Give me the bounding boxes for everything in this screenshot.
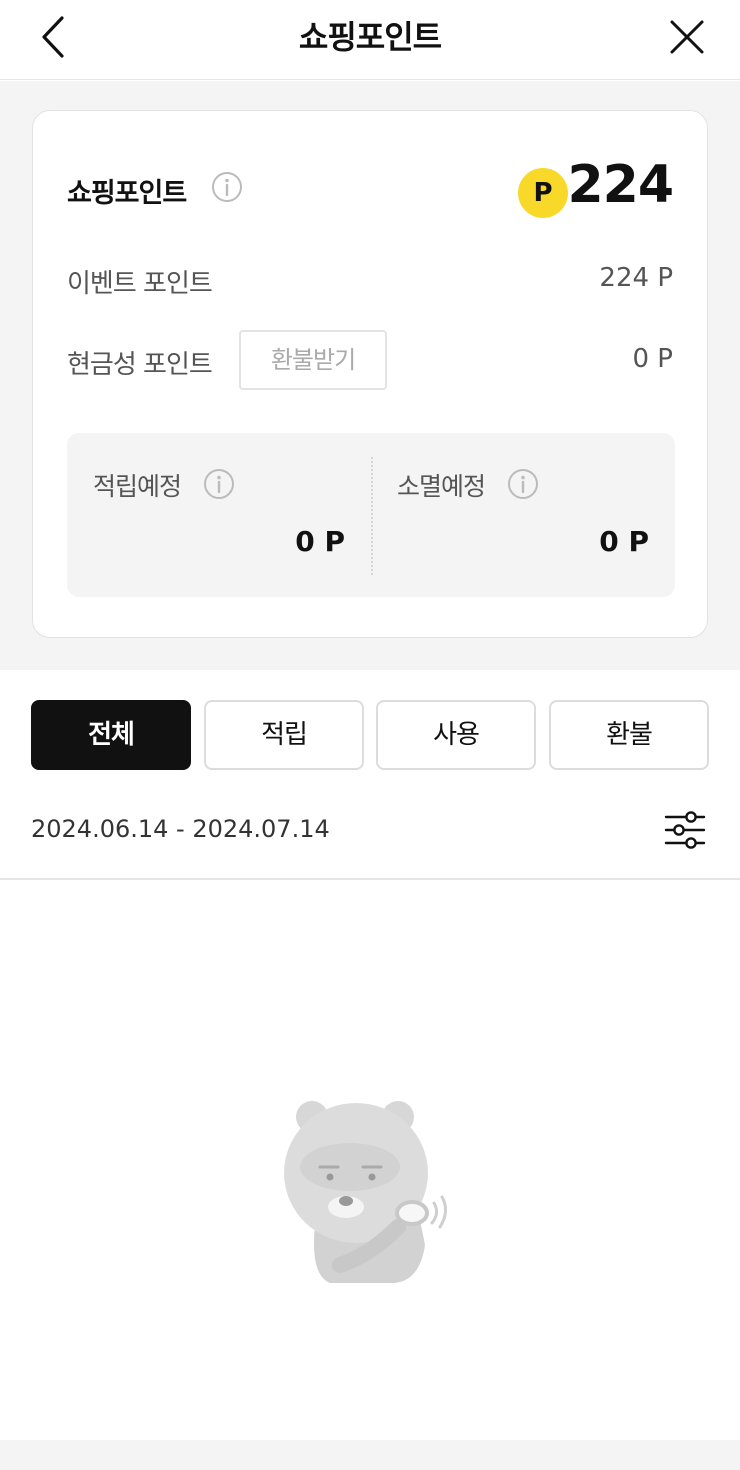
filter-tabs: 전체 적립 사용 환불 bbox=[31, 700, 709, 772]
divider bbox=[0, 878, 740, 880]
event-points-label: 이벤트 포인트 bbox=[67, 269, 213, 299]
tab-earn[interactable]: 적립 bbox=[204, 700, 364, 770]
tab-use[interactable]: 사용 bbox=[376, 700, 536, 770]
date-range: 2024.06.14 - 2024.07.14 bbox=[31, 815, 330, 843]
cash-points-label: 현금성 포인트 bbox=[67, 350, 213, 380]
info-icon[interactable] bbox=[203, 468, 235, 500]
header-bar: 쇼핑포인트 bbox=[0, 0, 740, 80]
expire-scheduled: 소멸예정 0 P bbox=[371, 433, 675, 597]
bottom-bar bbox=[0, 1440, 740, 1470]
tab-all[interactable]: 전체 bbox=[31, 700, 191, 770]
point-coin-icon: P bbox=[518, 168, 568, 218]
tab-refund[interactable]: 환불 bbox=[549, 700, 709, 770]
pending-points-box: 적립예정 0 P 소멸예정 0 P bbox=[67, 433, 675, 597]
event-points-value: 224 P bbox=[599, 263, 673, 293]
points-summary-card: 쇼핑포인트 P 224 이벤트 포인트 224 P 현금성 포인트 환불받기 0… bbox=[32, 110, 708, 638]
sliders-icon[interactable] bbox=[662, 808, 708, 852]
info-icon[interactable] bbox=[211, 171, 243, 203]
points-title: 쇼핑포인트 bbox=[67, 178, 187, 209]
expire-scheduled-label: 소멸예정 bbox=[397, 472, 486, 501]
close-icon[interactable] bbox=[662, 12, 712, 62]
refund-button[interactable]: 환불받기 bbox=[239, 330, 387, 390]
points-total: 224 bbox=[567, 155, 674, 215]
info-icon[interactable] bbox=[507, 468, 539, 500]
cash-points-value: 0 P bbox=[632, 344, 674, 374]
earn-scheduled: 적립예정 0 P bbox=[67, 433, 371, 597]
expire-scheduled-value: 0 P bbox=[599, 525, 649, 558]
page-title: 쇼핑포인트 bbox=[298, 18, 442, 56]
earn-scheduled-label: 적립예정 bbox=[93, 472, 182, 501]
bear-character-icon bbox=[284, 1101, 447, 1283]
earn-scheduled-value: 0 P bbox=[295, 525, 345, 558]
